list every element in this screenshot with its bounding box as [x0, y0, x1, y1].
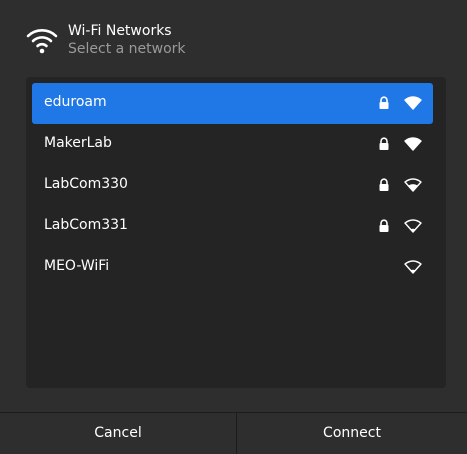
lock-icon — [379, 178, 389, 191]
wifi-signal-weak-icon — [404, 219, 422, 233]
wifi-signal-full-icon — [404, 137, 422, 151]
wifi-networks-dialog: Wi-Fi Networks Select a network eduroam … — [0, 0, 467, 454]
network-row-labcom330[interactable]: LabCom330 — [32, 165, 433, 206]
network-name: LabCom330 — [44, 176, 128, 192]
network-row-labcom331[interactable]: LabCom331 — [32, 206, 433, 247]
dialog-subtitle: Select a network — [68, 41, 186, 57]
lock-icon — [379, 137, 389, 150]
dialog-footer: Cancel Connect — [0, 412, 467, 454]
connect-button[interactable]: Connect — [237, 413, 467, 454]
lock-icon — [379, 96, 389, 109]
dialog-title: Wi-Fi Networks — [68, 23, 172, 39]
lock-icon — [379, 219, 389, 232]
wifi-icon — [26, 29, 58, 54]
wifi-signal-weak-icon — [404, 260, 422, 274]
network-name: LabCom331 — [44, 217, 128, 233]
network-name: MEO-WiFi — [44, 258, 110, 274]
wifi-signal-full-icon — [404, 96, 422, 110]
network-row-eduroam[interactable]: eduroam — [32, 83, 433, 124]
dialog-header: Wi-Fi Networks Select a network — [0, 0, 467, 74]
network-list: eduroam MakerLab LabCom330 LabCom331 MEO… — [26, 77, 446, 388]
network-row-meo-wifi[interactable]: MEO-WiFi — [32, 247, 433, 288]
network-name: eduroam — [44, 94, 107, 110]
network-row-makerlab[interactable]: MakerLab — [32, 124, 433, 165]
wifi-signal-good-icon — [404, 178, 422, 192]
network-name: MakerLab — [44, 135, 112, 151]
cancel-button[interactable]: Cancel — [0, 413, 236, 454]
